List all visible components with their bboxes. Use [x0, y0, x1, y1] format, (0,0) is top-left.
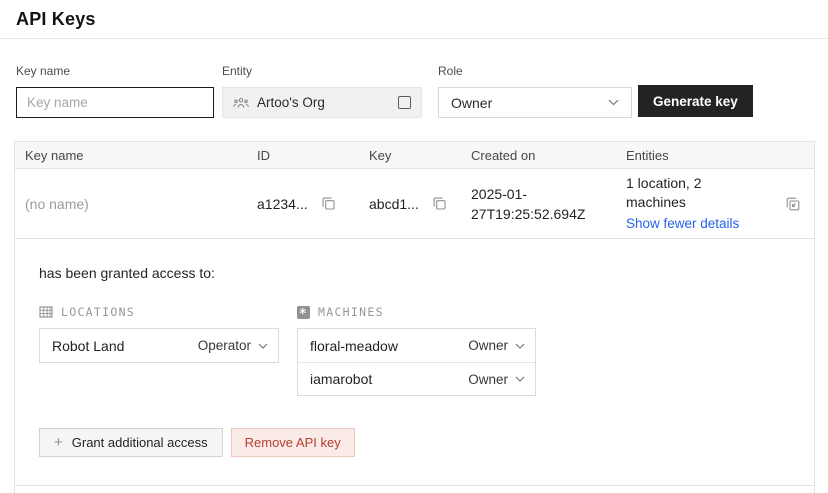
- machines-section: * MACHINES floral-meadow Owner: [297, 305, 536, 396]
- location-icon: [39, 306, 53, 318]
- location-name: Robot Land: [52, 338, 124, 354]
- cell-actions: [785, 196, 814, 212]
- key-name-label: Key name: [16, 64, 214, 78]
- col-header-id: ID: [247, 148, 359, 163]
- generate-key-button[interactable]: Generate key: [638, 85, 753, 117]
- entities-summary: 1 location, 2 machines: [626, 175, 702, 210]
- role-value: Owner: [451, 95, 492, 111]
- machines-list: floral-meadow Owner iamarobot Owner: [297, 328, 536, 396]
- entity-switch-icon[interactable]: [398, 96, 411, 109]
- entity-selector[interactable]: Artoo's Org: [222, 87, 422, 118]
- key-value: abcd1...: [369, 196, 419, 212]
- chevron-down-icon: [515, 343, 525, 349]
- locations-list: Robot Land Operator: [39, 328, 279, 363]
- machines-header: * MACHINES: [297, 305, 536, 319]
- key-details-panel: has been granted access to: LOCATIONS Ro…: [15, 239, 814, 486]
- key-name-group: Key name: [16, 64, 214, 118]
- machines-label: MACHINES: [318, 305, 384, 319]
- location-role-select[interactable]: Operator: [198, 338, 268, 353]
- show-fewer-details-link[interactable]: Show fewer details: [626, 214, 739, 233]
- api-keys-table: Key name ID Key Created on Entities (no …: [14, 141, 815, 493]
- grant-additional-access-label: Grant additional access: [72, 435, 208, 450]
- header-divider: [0, 38, 828, 39]
- key-id-value: a1234...: [257, 196, 308, 212]
- page-title: API Keys: [16, 9, 96, 30]
- machine-role-select[interactable]: Owner: [468, 338, 525, 353]
- chevron-down-icon: [608, 99, 619, 106]
- granted-access-text: has been granted access to:: [39, 265, 790, 281]
- cell-created-on: 2025-01-27T19:25:52.694Z: [461, 184, 616, 224]
- duplicate-icon: [785, 196, 801, 212]
- col-header-created-on: Created on: [461, 148, 616, 163]
- col-header-entities: Entities: [616, 148, 774, 163]
- locations-header: LOCATIONS: [39, 305, 279, 319]
- cell-id: a1234...: [247, 196, 359, 212]
- copy-icon: [432, 196, 447, 211]
- entity-label: Entity: [222, 64, 422, 78]
- machine-icon: *: [297, 306, 310, 319]
- organization-icon: [233, 97, 249, 109]
- machine-access-row: floral-meadow Owner: [298, 329, 535, 362]
- role-select[interactable]: Owner: [438, 87, 632, 118]
- role-label: Role: [438, 64, 632, 78]
- entity-group: Entity Artoo's Org: [222, 64, 422, 118]
- machine-role-value: Owner: [468, 372, 508, 387]
- key-name-input[interactable]: [16, 87, 214, 118]
- machine-name: iamarobot: [310, 371, 372, 387]
- role-group: Role Owner: [438, 64, 632, 118]
- location-access-row: Robot Land Operator: [40, 329, 278, 362]
- remove-api-key-button[interactable]: Remove API key: [231, 428, 355, 457]
- copy-icon: [321, 196, 336, 211]
- copy-id-button[interactable]: [321, 196, 336, 211]
- col-header-key: Key: [359, 148, 461, 163]
- plus-icon: +: [54, 435, 63, 450]
- entity-value: Artoo's Org: [257, 95, 325, 110]
- duplicate-key-button[interactable]: [785, 196, 801, 212]
- chevron-down-icon: [258, 343, 268, 349]
- copy-key-button[interactable]: [432, 196, 447, 211]
- grant-additional-access-button[interactable]: + Grant additional access: [39, 428, 223, 457]
- col-header-key-name: Key name: [15, 148, 247, 163]
- machine-access-row: iamarobot Owner: [298, 362, 535, 395]
- cell-key-name: (no name): [15, 196, 247, 212]
- machine-role-select[interactable]: Owner: [468, 372, 525, 387]
- cell-entities: 1 location, 2 machines Show fewer detail…: [616, 174, 774, 233]
- locations-section: LOCATIONS Robot Land Operator: [39, 305, 279, 396]
- cell-key: abcd1...: [359, 196, 461, 212]
- chevron-down-icon: [515, 376, 525, 382]
- locations-label: LOCATIONS: [61, 305, 135, 319]
- table-header-row: Key name ID Key Created on Entities: [15, 142, 814, 169]
- location-role-value: Operator: [198, 338, 251, 353]
- machine-role-value: Owner: [468, 338, 508, 353]
- machine-name: floral-meadow: [310, 338, 398, 354]
- table-row: (no name) a1234... abcd1...: [15, 169, 814, 239]
